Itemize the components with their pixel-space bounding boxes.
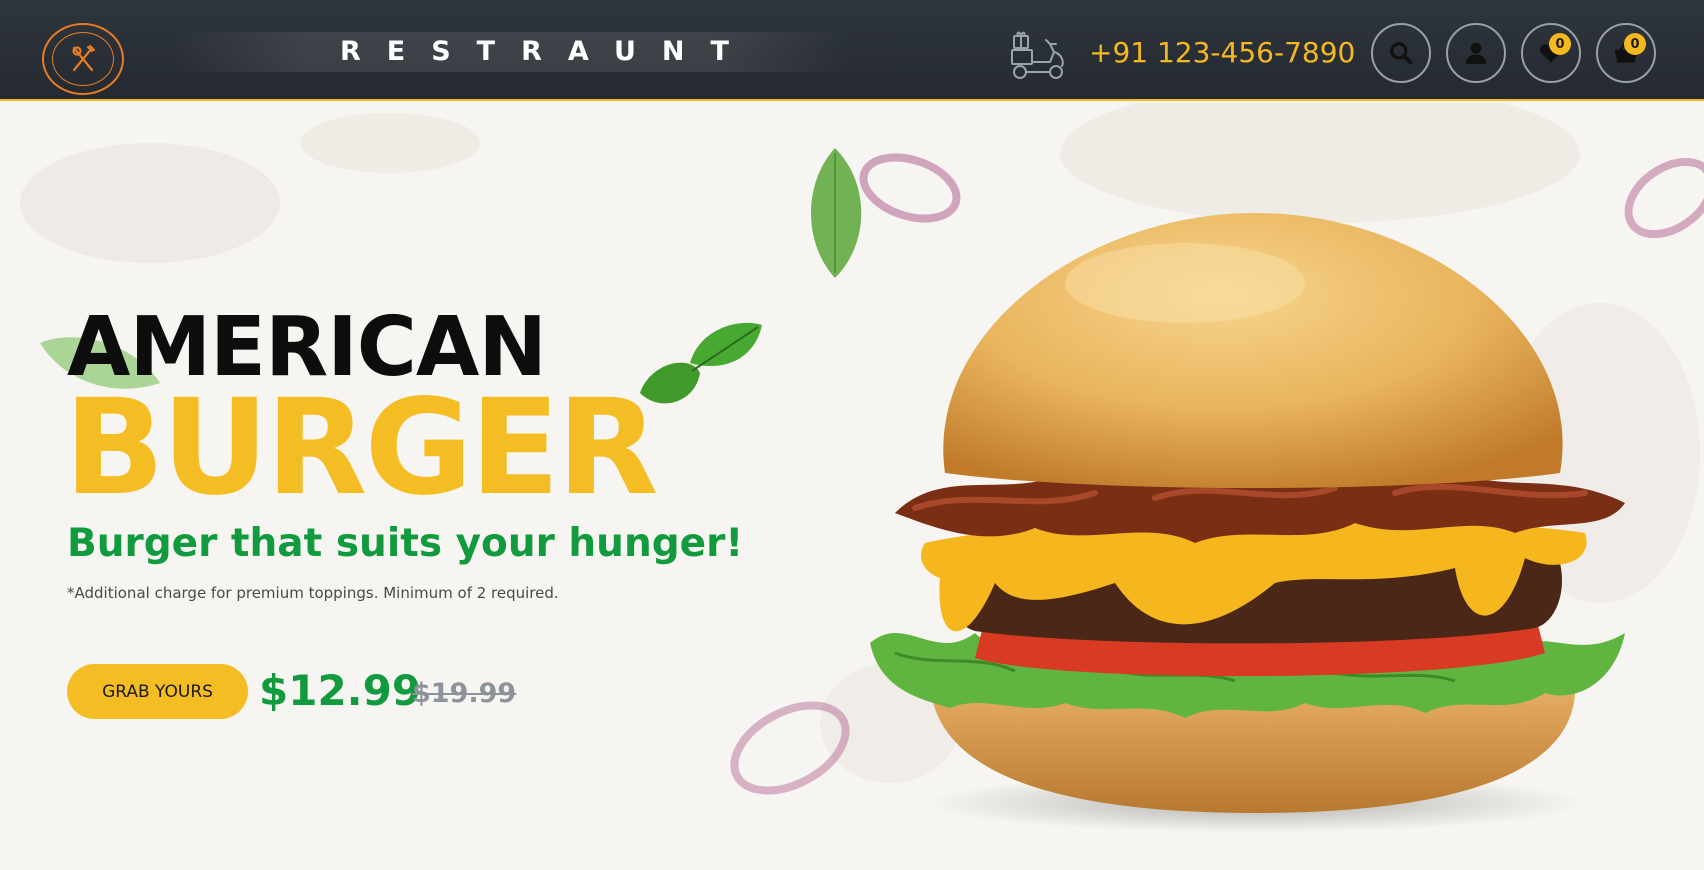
brand-name[interactable]: RESTRAUNT: [340, 34, 755, 70]
background-splatter: [20, 143, 280, 263]
account-button[interactable]: [1446, 23, 1506, 83]
wishlist-button[interactable]: 0: [1521, 23, 1581, 83]
site-header: RESTRAUNT +91 123-456-7890 0 0: [0, 0, 1704, 101]
background-splatter: [300, 113, 480, 173]
grab-yours-button[interactable]: GRAB YOURS: [67, 664, 248, 719]
wishlist-count-badge: 0: [1549, 33, 1571, 55]
delivery-scooter-icon: [1011, 31, 1064, 79]
user-icon: [1465, 42, 1487, 64]
hero-title-line2: BURGER: [64, 371, 659, 525]
phone-number[interactable]: +91 123-456-7890: [1089, 33, 1355, 73]
sale-price: $12.99: [259, 666, 422, 715]
search-button[interactable]: [1371, 23, 1431, 83]
logo-emblem: [52, 32, 114, 86]
restaurant-logo[interactable]: [42, 23, 124, 95]
burger-image: [870, 213, 1625, 833]
hero-tagline: Burger that suits your hunger!: [67, 521, 744, 566]
search-icon: [1390, 42, 1413, 65]
original-price: $19.99: [412, 678, 517, 709]
toppings-note: *Additional charge for premium toppings.…: [67, 584, 559, 602]
cart-count-badge: 0: [1624, 33, 1646, 55]
background-splatter: [1060, 103, 1580, 223]
hero-banner: AMERICAN BURGER Burger that suits your h…: [0, 103, 1704, 870]
fork-knife-icon: [72, 44, 96, 72]
onion-ring-decoration: [730, 701, 850, 795]
cart-button[interactable]: 0: [1596, 23, 1656, 83]
